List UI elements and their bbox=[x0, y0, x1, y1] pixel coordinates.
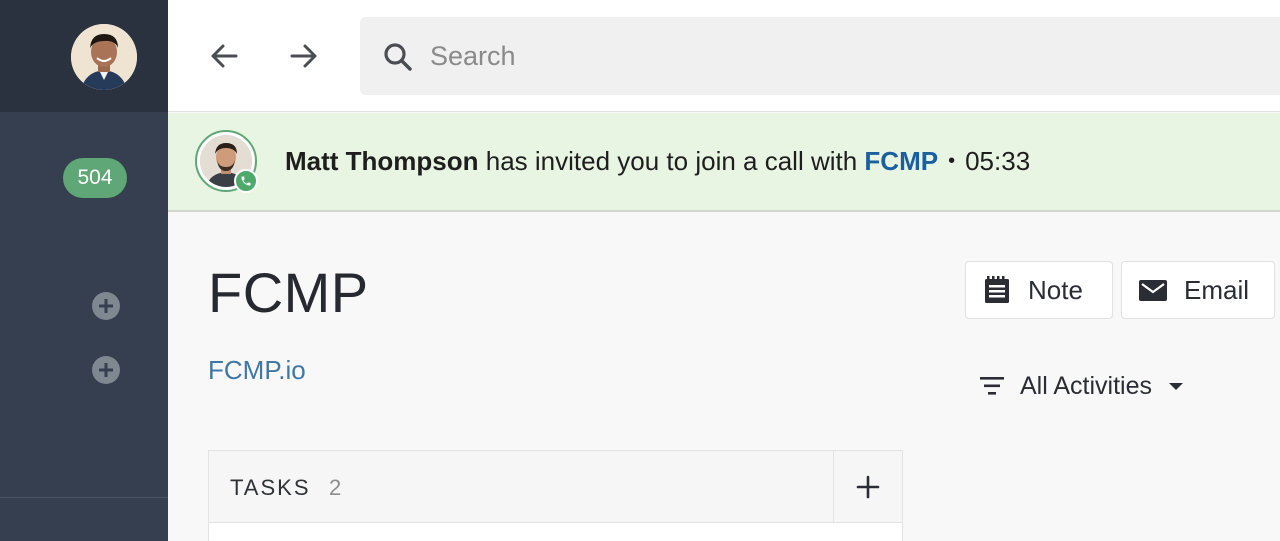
filter-icon bbox=[980, 377, 1004, 395]
search-icon bbox=[384, 43, 412, 71]
page-title: FCMP bbox=[208, 261, 369, 324]
sidebar: 504 bbox=[0, 0, 168, 541]
website-link[interactable]: FCMP.io bbox=[208, 355, 306, 386]
caller-name: Matt Thompson bbox=[285, 146, 479, 176]
add-button[interactable] bbox=[92, 292, 120, 320]
arrow-left-icon bbox=[211, 44, 238, 68]
app-window: 504 Search Matt Thompson has invited you… bbox=[0, 0, 1280, 541]
call-timer: 05:33 bbox=[965, 146, 1031, 176]
back-button[interactable] bbox=[204, 36, 244, 76]
search-bar[interactable] bbox=[360, 17, 1280, 95]
email-button-label: Email bbox=[1184, 274, 1250, 305]
add-task-button[interactable] bbox=[833, 451, 902, 523]
count-badge[interactable]: 504 bbox=[63, 158, 127, 198]
user-avatar[interactable] bbox=[71, 24, 137, 90]
separator-dot: • bbox=[948, 150, 956, 172]
caret-down-icon bbox=[1168, 383, 1183, 390]
invite-text: has invited you to join a call with bbox=[478, 146, 865, 176]
phone-call-icon bbox=[234, 169, 258, 193]
add-button[interactable] bbox=[92, 356, 120, 384]
tasks-header: TASKS 2 bbox=[209, 451, 902, 523]
forward-button[interactable] bbox=[284, 36, 324, 76]
activities-filter-dropdown[interactable]: All Activities bbox=[978, 368, 1186, 404]
envelope-icon bbox=[1139, 280, 1167, 301]
note-button[interactable]: Note bbox=[965, 261, 1113, 319]
notepad-icon bbox=[985, 276, 1009, 303]
tasks-panel: TASKS 2 bbox=[208, 450, 903, 541]
arrow-right-icon bbox=[290, 44, 317, 68]
sidebar-divider bbox=[0, 497, 168, 498]
note-button-label: Note bbox=[1028, 274, 1083, 305]
main-content: FCMP FCMP.io Note Email All Activities T… bbox=[168, 212, 1280, 541]
organization-link[interactable]: FCMP bbox=[864, 146, 938, 177]
search-input[interactable] bbox=[430, 17, 1270, 95]
sidebar-header bbox=[0, 0, 168, 112]
email-button[interactable]: Email bbox=[1121, 261, 1275, 319]
call-invite-message: Matt Thompson has invited you to join a … bbox=[285, 113, 1030, 210]
tasks-count: 2 bbox=[329, 475, 342, 500]
plus-icon bbox=[856, 475, 880, 499]
filter-label: All Activities bbox=[1020, 371, 1152, 400]
tasks-title: TASKS bbox=[230, 475, 311, 500]
call-banner[interactable]: Matt Thompson has invited you to join a … bbox=[168, 113, 1280, 212]
topbar bbox=[168, 0, 1280, 112]
user-avatar-image bbox=[71, 24, 137, 90]
